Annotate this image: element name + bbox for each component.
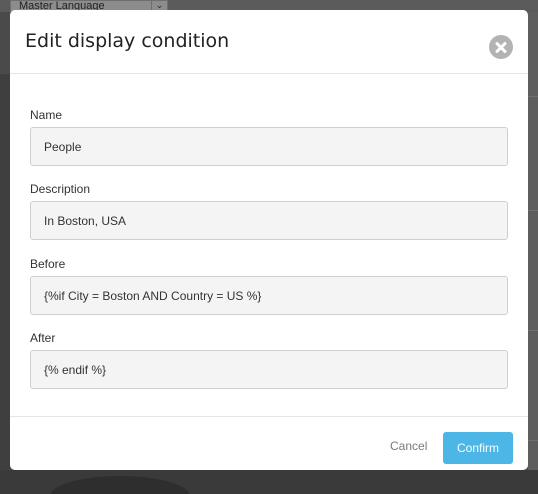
- name-input[interactable]: [30, 127, 508, 166]
- description-input[interactable]: [30, 201, 508, 240]
- dialog-title: Edit display condition: [25, 30, 230, 52]
- background-divider: [528, 210, 538, 211]
- description-label: Description: [30, 182, 91, 196]
- before-label: Before: [30, 257, 66, 271]
- background-divider: [528, 96, 538, 97]
- name-label: Name: [30, 108, 63, 122]
- after-input[interactable]: [30, 350, 508, 389]
- before-input[interactable]: [30, 276, 508, 315]
- description-field-group: Description: [30, 182, 508, 240]
- background-left-panel: [0, 74, 10, 494]
- background-divider: [528, 440, 538, 441]
- dialog-header: Edit display condition: [10, 10, 528, 74]
- cancel-button[interactable]: Cancel: [390, 439, 427, 453]
- after-field-group: After: [30, 331, 508, 389]
- close-icon[interactable]: [489, 35, 513, 59]
- name-field-group: Name: [30, 108, 508, 166]
- dialog-footer: Cancel Confirm: [10, 416, 528, 470]
- before-field-group: Before: [30, 257, 508, 315]
- edit-display-condition-dialog: Edit display condition Name Description …: [10, 10, 528, 470]
- background-right-panel: [528, 12, 538, 494]
- after-label: After: [30, 331, 56, 345]
- confirm-button[interactable]: Confirm: [443, 432, 513, 464]
- background-divider: [528, 330, 538, 331]
